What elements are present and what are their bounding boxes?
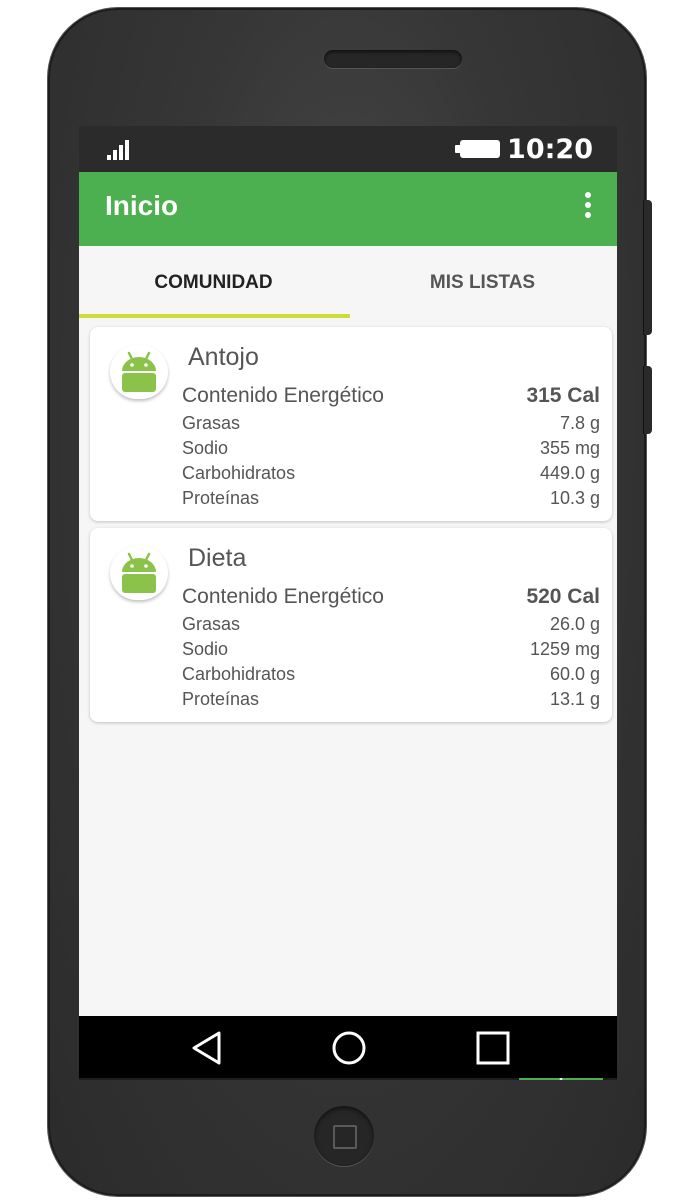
nutrient-label: Grasas xyxy=(182,614,241,634)
nutrient-row: Carbohidratos 60.0 g xyxy=(182,664,600,688)
square-icon xyxy=(333,1125,357,1149)
home-circle-icon[interactable] xyxy=(331,1030,367,1066)
list-card[interactable]: Antojo Contenido Energético 315 Cal Gras… xyxy=(90,327,612,521)
volume-button[interactable] xyxy=(643,200,652,335)
status-time: 10:20 xyxy=(507,134,593,165)
nutrient-value: 449.0 g xyxy=(539,463,600,483)
android-icon xyxy=(122,351,156,392)
list-card[interactable]: Dieta Contenido Energético 520 Cal Grasa… xyxy=(90,528,612,722)
nutrient-label: Sodio xyxy=(182,639,229,659)
nutrient-row: Proteínas 10.3 g xyxy=(182,488,600,512)
nutrient-row: Proteínas 13.1 g xyxy=(182,689,600,713)
nutrient-value: 26.0 g xyxy=(549,614,600,634)
nutrient-label: Sodio xyxy=(182,438,229,458)
tab-bar: COMUNIDAD MIS LISTAS xyxy=(79,246,617,320)
energy-label: Contenido Energético xyxy=(182,585,384,608)
signal-icon xyxy=(107,138,133,160)
nutrient-row: Carbohidratos 449.0 g xyxy=(182,463,600,487)
back-triangle-icon[interactable] xyxy=(189,1030,225,1066)
nutrient-row: Sodio 1259 mg xyxy=(182,639,600,663)
nutrient-value: 13.1 g xyxy=(549,689,600,709)
earpiece-speaker xyxy=(324,50,462,68)
energy-value: 315 Cal xyxy=(526,384,600,407)
energy-label: Contenido Energético xyxy=(182,384,384,407)
nutrient-value: 1259 mg xyxy=(529,639,600,659)
nutrient-label: Grasas xyxy=(182,413,241,433)
app-toolbar: Inicio xyxy=(79,172,617,246)
nutrient-row: Grasas 26.0 g xyxy=(182,614,600,638)
avatar xyxy=(110,546,168,600)
more-vert-icon[interactable] xyxy=(583,192,593,226)
tab-mis-listas[interactable]: MIS LISTAS xyxy=(348,246,617,320)
power-button[interactable] xyxy=(643,366,652,434)
nutrient-value: 7.8 g xyxy=(559,413,600,433)
card-title: Antojo xyxy=(188,343,259,371)
battery-icon xyxy=(455,140,500,158)
energy-value: 520 Cal xyxy=(526,585,600,608)
nutrient-value: 60.0 g xyxy=(549,664,600,684)
nutrient-value: 355 mg xyxy=(539,438,600,458)
android-icon xyxy=(122,552,156,593)
nutrient-row: Grasas 7.8 g xyxy=(182,413,600,437)
nutrient-label: Carbohidratos xyxy=(182,463,296,483)
nutrient-row: Sodio 355 mg xyxy=(182,438,600,462)
nutrient-label: Proteínas xyxy=(182,689,260,709)
tab-comunidad[interactable]: COMUNIDAD xyxy=(79,246,348,320)
hardware-home-button[interactable] xyxy=(314,1106,374,1166)
nutrient-label: Carbohidratos xyxy=(182,664,296,684)
tab-indicator xyxy=(79,314,350,318)
page-title: Inicio xyxy=(105,190,179,221)
navigation-bar xyxy=(79,1016,617,1078)
main-content: COMUNIDAD MIS LISTAS Antojo Contenido En… xyxy=(79,246,617,1080)
nutrient-value: 10.3 g xyxy=(549,488,600,508)
status-bar: 10:20 xyxy=(79,126,617,172)
avatar xyxy=(110,345,168,399)
recents-square-icon[interactable] xyxy=(475,1030,511,1066)
card-title: Dieta xyxy=(188,544,247,572)
screen: 10:20 Inicio COMUNIDAD MIS LISTAS Antojo… xyxy=(79,126,617,1080)
nutrient-label: Proteínas xyxy=(182,488,260,508)
